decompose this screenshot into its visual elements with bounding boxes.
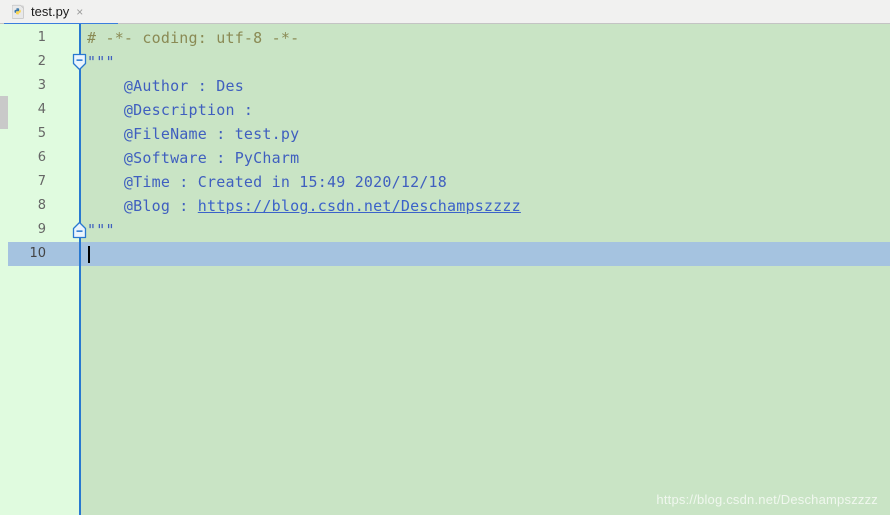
ide-window: test.py × 1 # -*- coding: utf-8 -*- 2 """ 3 … bbox=[0, 0, 890, 515]
docstring-token: @Blog : bbox=[87, 197, 198, 215]
fold-collapse-end-icon[interactable] bbox=[72, 221, 87, 239]
line-number: 1 bbox=[37, 30, 46, 45]
code-text: @Description : bbox=[87, 98, 253, 122]
code-text: """ bbox=[87, 218, 115, 242]
code-text: @Software : PyCharm bbox=[87, 146, 299, 170]
code-line-10[interactable]: 10 bbox=[0, 242, 890, 266]
line-number: 7 bbox=[37, 174, 46, 189]
line-number: 5 bbox=[37, 126, 46, 141]
docstring-token: @FileName : test.py bbox=[87, 125, 300, 143]
code-line-8[interactable]: 8 @Blog : https://blog.csdn.net/Deschamp… bbox=[0, 194, 890, 218]
line-number: 2 bbox=[37, 54, 46, 69]
code-text: @Author : Des bbox=[87, 74, 244, 98]
comment-token: # -*- coding: utf-8 -*- bbox=[87, 29, 300, 47]
line-number: 9 bbox=[37, 222, 46, 237]
current-line-highlight bbox=[81, 242, 890, 266]
code-text: @Blog : https://blog.csdn.net/Deschampsz… bbox=[87, 194, 521, 218]
docstring-token: @Software : PyCharm bbox=[87, 149, 300, 167]
code-text: # -*- coding: utf-8 -*- bbox=[87, 26, 299, 50]
editor-tab-label: test.py bbox=[31, 4, 70, 19]
code-line-1[interactable]: 1 # -*- coding: utf-8 -*- bbox=[0, 26, 890, 50]
code-line-2[interactable]: 2 """ bbox=[0, 50, 890, 74]
docstring-token: @Description : bbox=[87, 101, 254, 119]
docstring-token: @Time : Created in 15:49 2020/12/18 bbox=[87, 173, 447, 191]
fold-region-guide bbox=[79, 24, 81, 515]
editor-tab-test-py[interactable]: test.py × bbox=[4, 0, 91, 23]
code-line-6[interactable]: 6 @Software : PyCharm bbox=[0, 146, 890, 170]
code-text: """ bbox=[87, 50, 115, 74]
text-caret bbox=[88, 246, 90, 263]
line-number: 10 bbox=[29, 246, 46, 261]
code-line-3[interactable]: 3 @Author : Des bbox=[0, 74, 890, 98]
code-line-7[interactable]: 7 @Time : Created in 15:49 2020/12/18 bbox=[0, 170, 890, 194]
docstring-token: """ bbox=[87, 53, 115, 71]
line-number: 8 bbox=[37, 198, 46, 213]
line-number: 4 bbox=[37, 102, 46, 117]
code-text: @Time : Created in 15:49 2020/12/18 bbox=[87, 170, 447, 194]
docstring-token: """ bbox=[87, 221, 115, 239]
code-text: @FileName : test.py bbox=[87, 122, 299, 146]
code-line-4[interactable]: 4 @Description : bbox=[0, 98, 890, 122]
line-number: 6 bbox=[37, 150, 46, 165]
line-number: 3 bbox=[37, 78, 46, 93]
url-link[interactable]: https://blog.csdn.net/Deschampszzzz bbox=[198, 197, 521, 215]
python-file-icon bbox=[11, 4, 26, 19]
fold-collapse-start-icon[interactable] bbox=[72, 53, 87, 71]
code-editor[interactable]: 1 # -*- coding: utf-8 -*- 2 """ 3 @Author : … bbox=[0, 24, 890, 515]
editor-tab-bar: test.py × bbox=[0, 0, 890, 26]
code-line-9[interactable]: 9 """ bbox=[0, 218, 890, 242]
docstring-token: @Author : Des bbox=[87, 77, 244, 95]
close-icon[interactable]: × bbox=[76, 6, 83, 18]
code-line-5[interactable]: 5 @FileName : test.py bbox=[0, 122, 890, 146]
